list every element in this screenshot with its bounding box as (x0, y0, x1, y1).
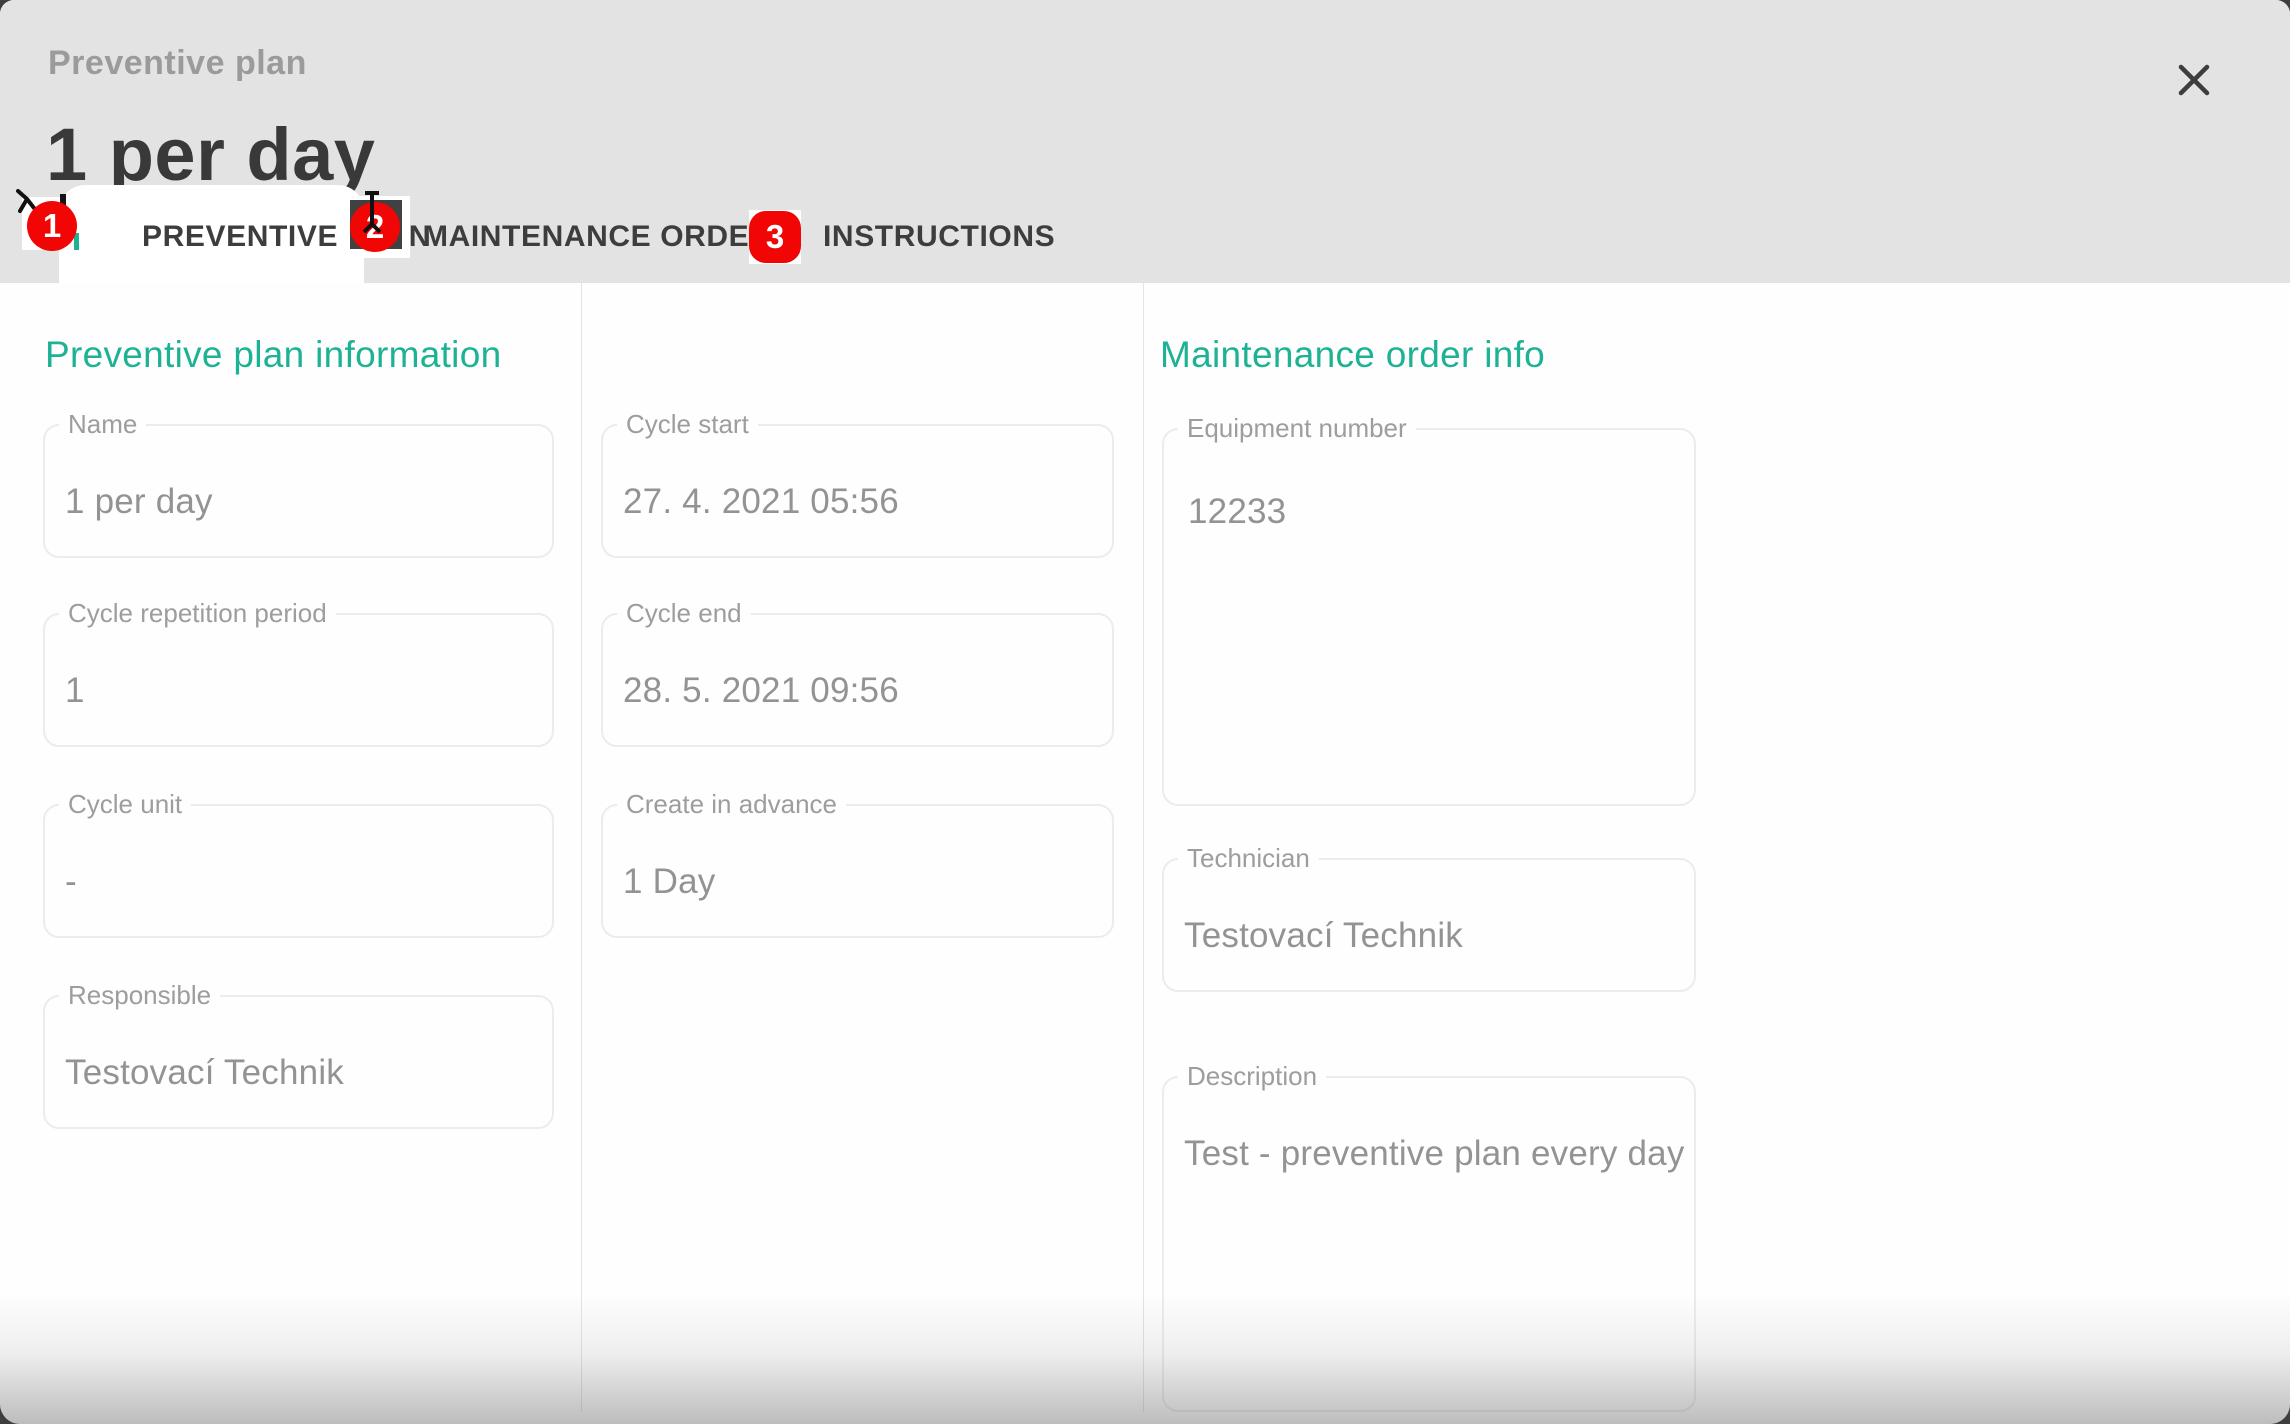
cycle-repetition-period-value: 1 (65, 671, 85, 711)
column-divider-2 (1143, 283, 1144, 1412)
cycle-start-field[interactable]: Cycle start 27. 4. 2021 05:56 (601, 424, 1114, 558)
create-in-advance-label: Create in advance (617, 789, 846, 819)
description-value: Test - preventive plan every day (1184, 1134, 1685, 1174)
equipment-number-value: 12233 (1188, 492, 1286, 532)
create-in-advance-field[interactable]: Create in advance 1 Day (601, 804, 1114, 938)
cycle-end-label: Cycle end (617, 598, 751, 628)
dialog-header: Preventive plan 1 per day PREVENTIVE PLA… (0, 0, 2290, 283)
step-badge-3: 3 (749, 211, 801, 263)
cycle-repetition-period-field[interactable]: Cycle repetition period 1 (43, 613, 554, 747)
responsible-label: Responsible (59, 980, 220, 1010)
technician-value: Testovací Technik (1184, 916, 1463, 956)
step-badge-1: 1 (27, 201, 77, 251)
cycle-unit-value: - (65, 862, 77, 902)
section-heading-maintenance-order-info: Maintenance order info (1160, 334, 1545, 376)
name-field[interactable]: Name 1 per day (43, 424, 554, 558)
description-label: Description (1178, 1061, 1326, 1091)
equipment-number-field[interactable]: Equipment number 12233 (1162, 428, 1696, 806)
bottom-scroll-fade (0, 1294, 2290, 1424)
tab-maintenance-orders[interactable]: MAINTENANCE ORDERS (423, 220, 792, 254)
responsible-field[interactable]: Responsible Testovací Technik (43, 995, 554, 1129)
cycle-unit-field[interactable]: Cycle unit - (43, 804, 554, 938)
technician-field[interactable]: Technician Testovací Technik (1162, 858, 1696, 992)
screen: Preventive plan 1 per day PREVENTIVE PLA… (0, 0, 2290, 1424)
cycle-start-label: Cycle start (617, 409, 758, 439)
description-field[interactable]: Description Test - preventive plan every… (1162, 1076, 1696, 1412)
preventive-plan-dialog: Preventive plan 1 per day PREVENTIVE PLA… (0, 0, 2290, 1424)
text-cursor-icon (360, 190, 384, 234)
name-field-value: 1 per day (65, 482, 213, 522)
technician-label: Technician (1178, 843, 1319, 873)
tab-instructions[interactable]: INSTRUCTIONS (823, 220, 1055, 254)
close-icon (2178, 64, 2210, 96)
section-heading-plan-information: Preventive plan information (45, 334, 501, 376)
cycle-repetition-period-label: Cycle repetition period (59, 598, 336, 628)
cycle-end-value: 28. 5. 2021 09:56 (623, 671, 899, 711)
cycle-start-value: 27. 4. 2021 05:56 (623, 482, 899, 522)
equipment-number-label: Equipment number (1178, 413, 1416, 443)
close-button[interactable] (2166, 52, 2222, 108)
column-divider-1 (581, 283, 582, 1412)
responsible-value: Testovací Technik (65, 1053, 344, 1093)
create-in-advance-value: 1 Day (623, 862, 715, 902)
cycle-unit-label: Cycle unit (59, 789, 191, 819)
breadcrumb: Preventive plan (48, 44, 307, 83)
name-field-label: Name (59, 409, 146, 439)
cycle-end-field[interactable]: Cycle end 28. 5. 2021 09:56 (601, 613, 1114, 747)
